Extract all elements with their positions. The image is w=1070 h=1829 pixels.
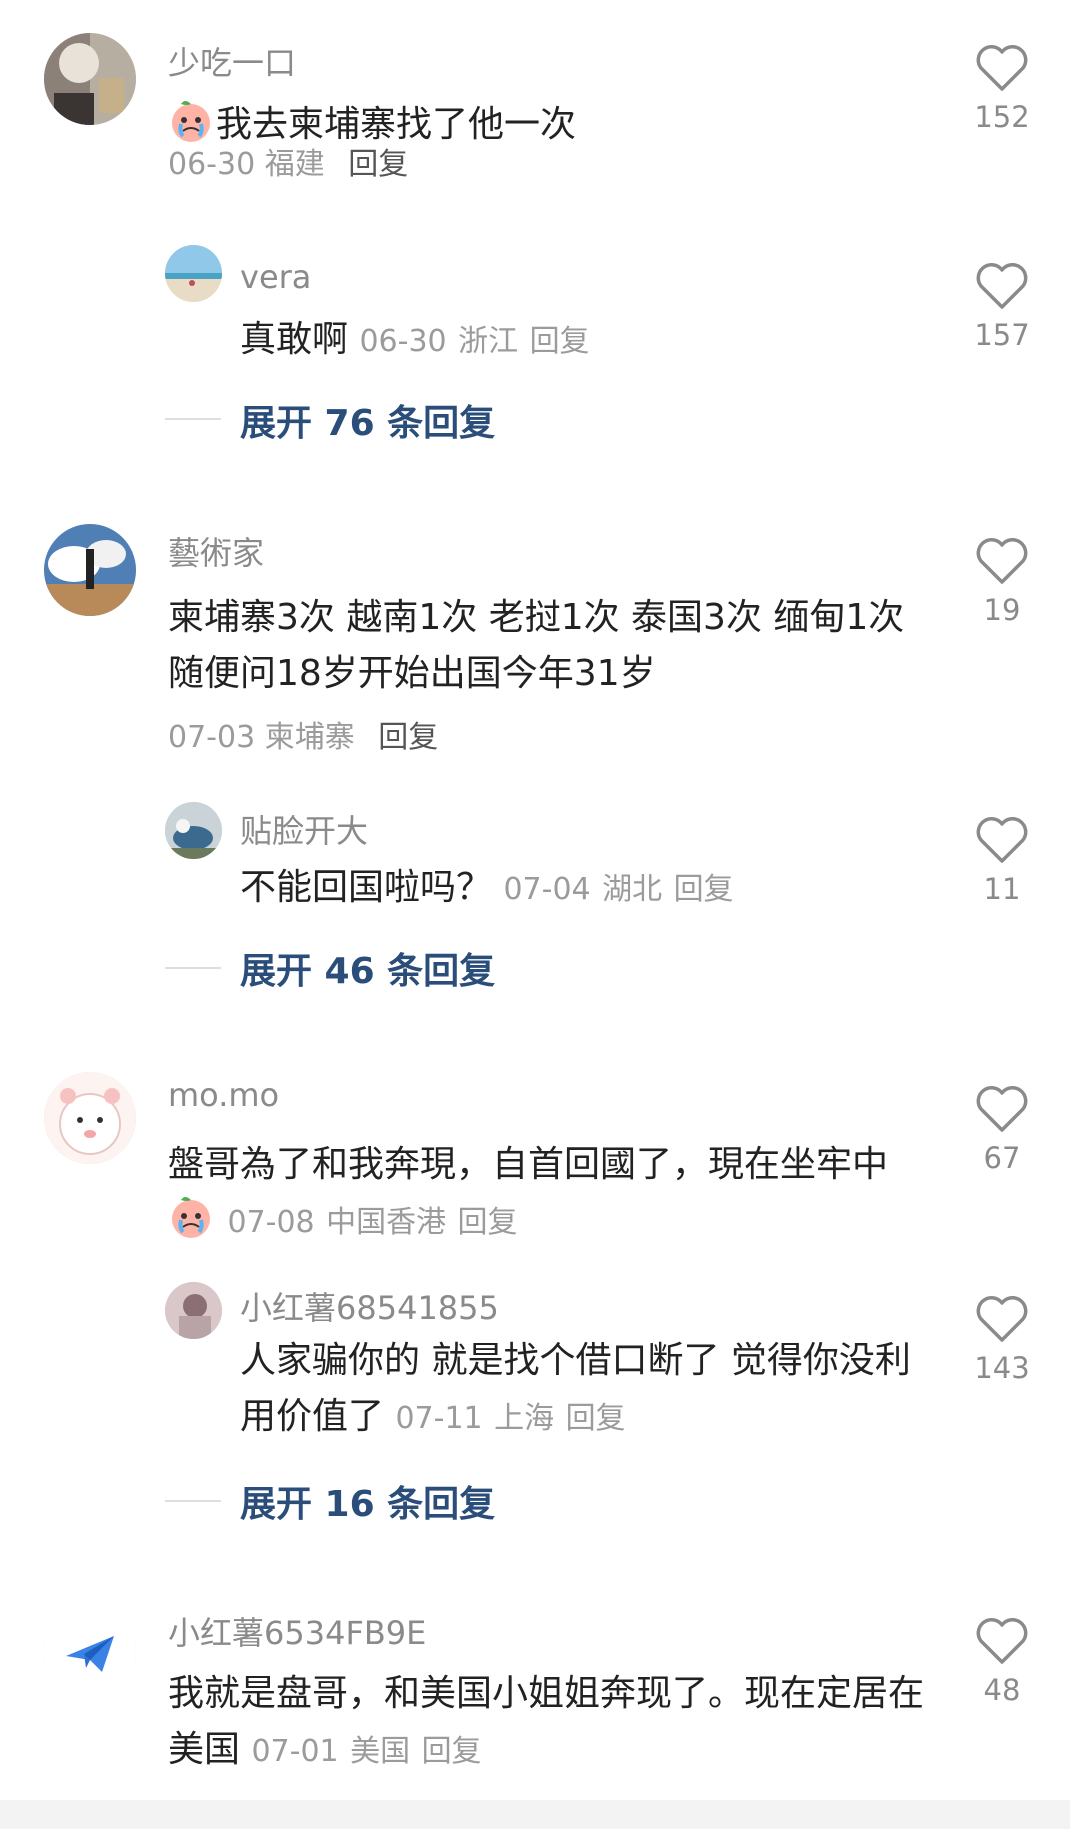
avatar[interactable] bbox=[165, 1282, 222, 1339]
comment-location: 福建 bbox=[264, 147, 325, 182]
avatar[interactable] bbox=[44, 33, 136, 125]
reply-body: 真敢啊 bbox=[240, 319, 349, 360]
avatar[interactable] bbox=[44, 1606, 136, 1698]
like-count: 19 bbox=[983, 593, 1021, 627]
username[interactable]: 藝術家 bbox=[168, 528, 264, 574]
reply-body: 不能回国啦吗？ bbox=[240, 867, 493, 908]
comment-date: 06-30 bbox=[168, 147, 256, 182]
username[interactable]: vera bbox=[240, 258, 311, 296]
like-button[interactable]: 143 bbox=[962, 1295, 1042, 1385]
comment-location: 柬埔寨 bbox=[264, 720, 355, 755]
username[interactable]: 小红薯6534FB9E bbox=[168, 1608, 426, 1654]
heart-outline-icon bbox=[976, 263, 1028, 309]
reply-date: 07-04 bbox=[503, 872, 591, 907]
comment-date: 07-08 bbox=[227, 1205, 315, 1240]
heart-outline-icon bbox=[976, 817, 1028, 863]
heart-outline-icon bbox=[976, 1618, 1028, 1664]
like-count: 157 bbox=[974, 318, 1030, 352]
reply-button[interactable]: 回复 bbox=[458, 1205, 518, 1240]
like-button[interactable]: 11 bbox=[962, 816, 1042, 906]
comment-meta: 06-30 福建 回复 bbox=[168, 137, 408, 193]
comment-text: 柬埔寨3次 越南1次 老挝1次 泰国3次 缅甸1次 随便问18岁开始出国今年31… bbox=[168, 590, 928, 702]
heart-outline-icon bbox=[976, 538, 1028, 584]
avatar[interactable] bbox=[165, 802, 222, 859]
username[interactable]: 贴脸开大 bbox=[240, 806, 368, 852]
expand-divider bbox=[165, 1500, 221, 1502]
heart-outline-icon bbox=[976, 1086, 1028, 1132]
reply-text: 真敢啊 06-30 浙江 回复 bbox=[240, 312, 590, 370]
like-count: 11 bbox=[983, 872, 1021, 906]
expand-replies-button[interactable]: 展开 46 条回复 bbox=[240, 942, 495, 994]
comment-text: 盤哥為了和我奔現，自首回國了，現在坐牢中 07-08 中国香港 回复 bbox=[168, 1137, 928, 1251]
reply-date: 06-30 bbox=[359, 324, 447, 359]
reply-date: 07-11 bbox=[395, 1401, 483, 1436]
expand-replies-button[interactable]: 展开 16 条回复 bbox=[240, 1475, 495, 1527]
like-button[interactable]: 19 bbox=[962, 537, 1042, 627]
username[interactable]: 少吃一口 bbox=[168, 38, 296, 84]
avatar[interactable] bbox=[44, 524, 136, 616]
heart-outline-icon bbox=[976, 45, 1028, 91]
comment-date: 07-01 bbox=[251, 1734, 339, 1769]
crying-peach-emoji-icon bbox=[168, 1194, 214, 1240]
like-count: 48 bbox=[983, 1673, 1021, 1707]
avatar[interactable] bbox=[165, 245, 222, 302]
reply-text: 人家骗你的 就是找个借口断了 觉得你没利用价值了 07-11 上海 回复 bbox=[240, 1333, 930, 1447]
reply-button[interactable]: 回复 bbox=[378, 720, 438, 755]
like-count: 67 bbox=[983, 1141, 1021, 1175]
reply-button[interactable]: 回复 bbox=[530, 324, 590, 359]
reply-location: 湖北 bbox=[602, 872, 663, 907]
reply-button[interactable]: 回复 bbox=[674, 872, 734, 907]
like-button[interactable]: 67 bbox=[962, 1085, 1042, 1175]
username[interactable]: 小红薯68541855 bbox=[240, 1283, 499, 1329]
reply-button[interactable]: 回复 bbox=[348, 147, 408, 182]
paper-plane-icon bbox=[44, 1606, 136, 1698]
comment-text: 我就是盘哥，和美国小姐姐奔现了。现在定居在美国 07-01 美国 回复 bbox=[168, 1666, 928, 1780]
expand-divider bbox=[165, 967, 221, 969]
comment-meta: 07-03 柬埔寨 回复 bbox=[168, 710, 438, 766]
comment-location: 中国香港 bbox=[326, 1205, 447, 1240]
like-count: 143 bbox=[974, 1351, 1030, 1385]
reply-button[interactable]: 回复 bbox=[422, 1734, 482, 1769]
reply-location: 浙江 bbox=[458, 324, 519, 359]
expand-divider bbox=[165, 418, 221, 420]
like-button[interactable]: 152 bbox=[962, 44, 1042, 134]
like-count: 152 bbox=[974, 100, 1030, 134]
avatar[interactable] bbox=[44, 1072, 136, 1164]
comment-location: 美国 bbox=[350, 1734, 411, 1769]
bottom-input-bar[interactable] bbox=[0, 1800, 1070, 1829]
expand-replies-button[interactable]: 展开 76 条回复 bbox=[240, 394, 495, 446]
like-button[interactable]: 48 bbox=[962, 1617, 1042, 1707]
reply-location: 上海 bbox=[494, 1401, 555, 1436]
reply-text: 不能回国啦吗？ 07-04 湖北 回复 bbox=[240, 860, 734, 918]
username[interactable]: mo.mo bbox=[168, 1076, 279, 1114]
comment-date: 07-03 bbox=[168, 720, 256, 755]
like-button[interactable]: 157 bbox=[962, 262, 1042, 352]
heart-outline-icon bbox=[976, 1296, 1028, 1342]
comment-body: 盤哥為了和我奔現，自首回國了，現在坐牢中 bbox=[168, 1144, 889, 1185]
reply-button[interactable]: 回复 bbox=[566, 1401, 626, 1436]
comment-body: 柬埔寨3次 越南1次 老挝1次 泰国3次 缅甸1次 随便问18岁开始出国今年31… bbox=[168, 597, 905, 694]
